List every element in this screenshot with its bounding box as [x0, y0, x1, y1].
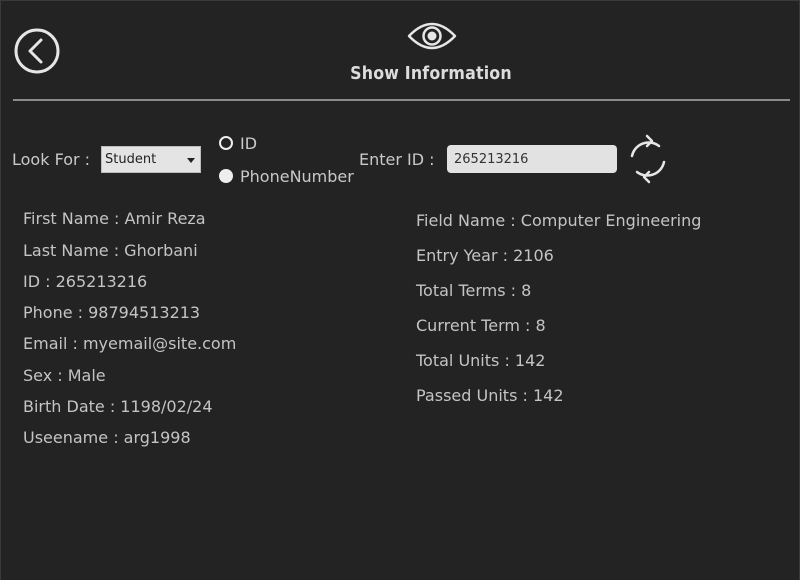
last-name-text: Last Name : Ghorbani: [23, 241, 198, 260]
birth-date-text: Birth Date : 1198/02/24: [23, 397, 213, 416]
username-text: Useename : arg1998: [23, 428, 191, 447]
refresh-button[interactable]: [626, 134, 670, 184]
first-name-text: First Name : Amir Reza: [23, 209, 206, 228]
header-divider: [13, 99, 790, 101]
entry-year-text: Entry Year : 2106: [416, 246, 554, 265]
page-title: Show Information: [350, 63, 512, 84]
look-for-select[interactable]: Student: [101, 146, 201, 173]
radio-id[interactable]: [219, 136, 233, 150]
total-terms-text: Total Terms : 8: [416, 281, 532, 300]
field-name-text: Field Name : Computer Engineering: [416, 211, 702, 230]
look-for-label: Look For :: [12, 150, 91, 169]
radio-phone-number[interactable]: [219, 169, 233, 183]
total-units-text: Total Units : 142: [416, 351, 546, 370]
radio-id-label: ID: [240, 134, 258, 153]
email-text: Email : myemail@site.com: [23, 334, 237, 353]
chevron-down-icon: [187, 158, 195, 163]
id-text: ID : 265213216: [23, 272, 148, 291]
current-term-text: Current Term : 8: [416, 316, 546, 335]
eye-icon: [407, 19, 457, 53]
phone-text: Phone : 98794513213: [23, 303, 201, 322]
refresh-icon: [630, 134, 666, 184]
sex-text: Sex : Male: [23, 366, 106, 385]
show-information-window: Show Information Look For : Student ID P…: [1, 1, 799, 580]
id-input[interactable]: [447, 145, 617, 173]
look-for-select-value: Student: [105, 152, 157, 167]
passed-units-text: Passed Units : 142: [416, 386, 564, 405]
radio-phone-number-label: PhoneNumber: [240, 167, 354, 186]
enter-id-label: Enter ID :: [359, 150, 435, 169]
